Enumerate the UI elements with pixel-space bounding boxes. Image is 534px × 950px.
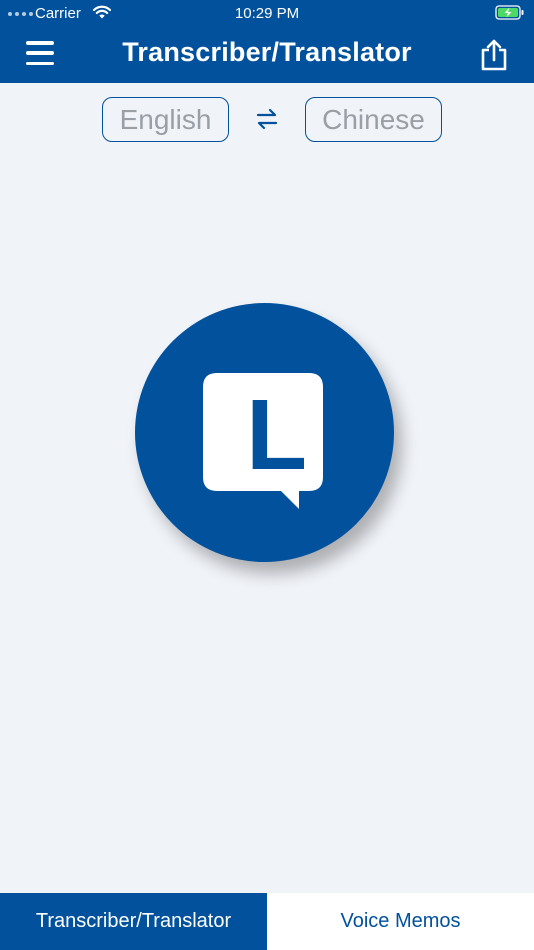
status-time: 10:29 PM bbox=[234, 5, 300, 22]
tab-transcriber-translator[interactable]: Transcriber/Translator bbox=[0, 893, 267, 950]
status-bar: Carrier 10:29 PM bbox=[0, 0, 534, 26]
language-selector: English Chinese bbox=[0, 97, 534, 142]
logo-letter: L bbox=[246, 379, 307, 491]
bottom-tab-bar: Transcriber/Translator Voice Memos bbox=[0, 893, 534, 950]
page-title: Transcriber/Translator bbox=[122, 37, 412, 67]
speech-bubble-logo-icon: L bbox=[203, 373, 323, 509]
app-header: Carrier 10:29 PM Transcriber/Translator bbox=[0, 0, 534, 83]
source-language-button[interactable]: English bbox=[102, 97, 229, 142]
share-icon[interactable] bbox=[478, 38, 510, 72]
battery-charging-icon bbox=[495, 5, 524, 20]
target-language-button[interactable]: Chinese bbox=[305, 97, 442, 142]
navigation-bar: Transcriber/Translator bbox=[0, 26, 534, 83]
tab-voice-memos[interactable]: Voice Memos bbox=[267, 893, 534, 950]
swap-arrows-icon[interactable] bbox=[254, 107, 280, 131]
record-button[interactable]: L bbox=[135, 303, 394, 562]
